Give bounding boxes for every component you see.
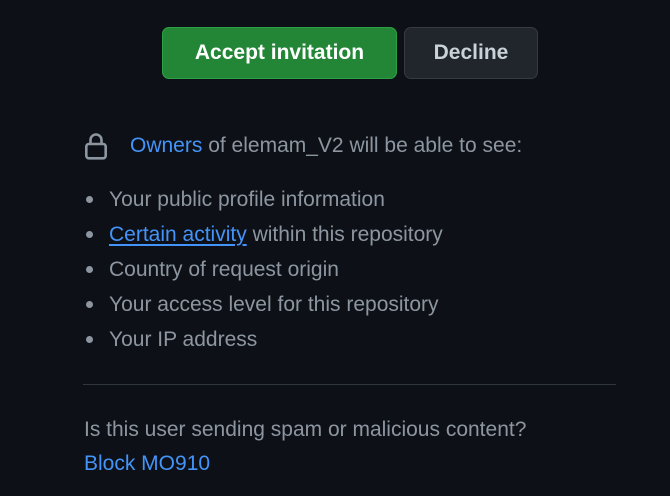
bullet-icon bbox=[86, 301, 93, 308]
list-item-text: Your public profile information bbox=[109, 188, 385, 211]
lock-icon bbox=[84, 132, 108, 160]
bullet-icon bbox=[86, 231, 93, 238]
divider bbox=[83, 384, 616, 385]
bullet-icon bbox=[86, 196, 93, 203]
invitation-actions: Accept invitation Decline bbox=[162, 27, 538, 79]
list-item: Your access level for this repository bbox=[84, 287, 443, 322]
accept-invitation-button[interactable]: Accept invitation bbox=[162, 27, 397, 79]
list-item-text: Country of request origin bbox=[109, 258, 339, 281]
bullet-icon bbox=[86, 266, 93, 273]
list-item-text: Your IP address bbox=[109, 328, 258, 351]
list-item-text: Your access level for this repository bbox=[109, 293, 439, 316]
list-item: Certain activity within this repository bbox=[84, 217, 443, 252]
invitation-page: Accept invitation Decline Owners of elem… bbox=[0, 0, 670, 496]
list-item: Your IP address bbox=[84, 322, 443, 357]
decline-button[interactable]: Decline bbox=[404, 27, 538, 79]
visibility-notice: Owners of elemam_V2 will be able to see: bbox=[84, 132, 522, 160]
list-item-text: within this repository bbox=[252, 223, 443, 246]
notice-text: of elemam_V2 will be able to see: bbox=[208, 134, 523, 157]
bullet-icon bbox=[86, 336, 93, 343]
visibility-list: Your public profile information Certain … bbox=[84, 182, 443, 357]
owners-link[interactable]: Owners bbox=[130, 134, 202, 158]
spam-question: Is this user sending spam or malicious c… bbox=[84, 418, 527, 441]
list-item: Your public profile information bbox=[84, 182, 443, 217]
list-item: Country of request origin bbox=[84, 252, 443, 287]
block-user-link[interactable]: Block MO910 bbox=[84, 452, 210, 476]
certain-activity-link[interactable]: Certain activity bbox=[109, 217, 247, 252]
